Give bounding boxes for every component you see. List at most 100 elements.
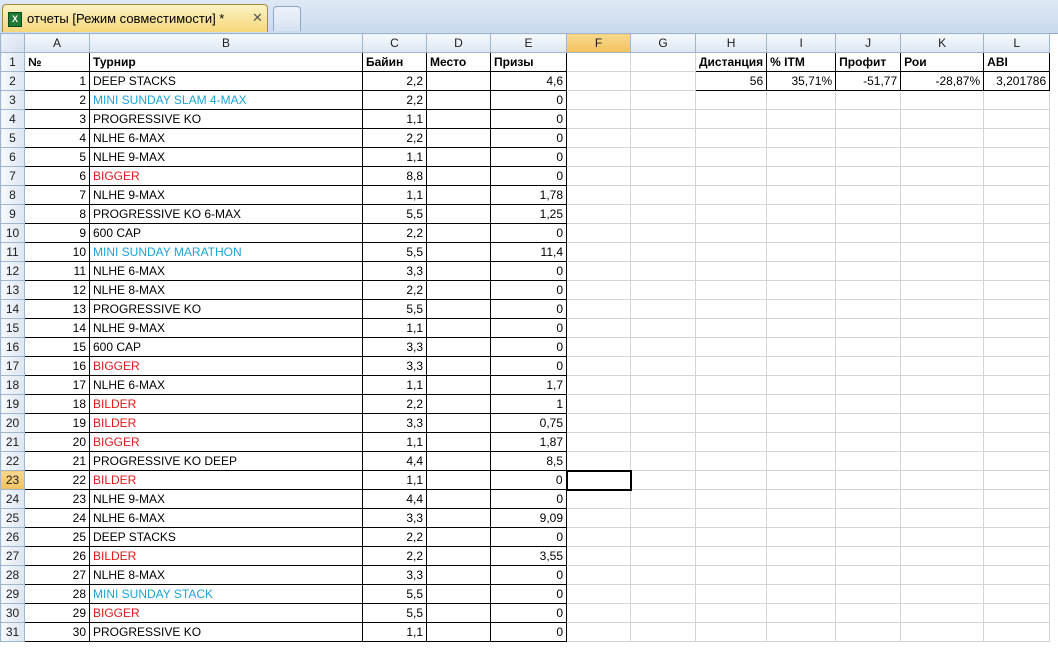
cell-k7[interactable] <box>900 166 985 186</box>
cell-f4[interactable] <box>566 109 631 129</box>
cell-place[interactable] <box>426 109 491 129</box>
cell-j31[interactable] <box>835 622 902 642</box>
column-header-h[interactable]: H <box>694 33 768 53</box>
cell-tournament[interactable]: PROGRESSIVE KO DEEP <box>89 451 363 471</box>
cell-g17[interactable] <box>630 356 696 376</box>
cell-place[interactable] <box>426 470 491 490</box>
row-header-8[interactable]: 8 <box>0 185 25 205</box>
cell-buyin[interactable]: 5,5 <box>362 584 427 604</box>
cell-place[interactable] <box>426 185 491 205</box>
cell-h7[interactable] <box>694 166 768 186</box>
cell-l19[interactable] <box>983 394 1051 414</box>
cell-h22[interactable] <box>694 451 768 471</box>
cell-g11[interactable] <box>630 242 696 262</box>
cell-num[interactable]: 7 <box>24 185 90 205</box>
cell-buyin[interactable]: 2,2 <box>362 128 427 148</box>
cell-num[interactable]: 12 <box>24 280 90 300</box>
row-header-19[interactable]: 19 <box>0 394 25 414</box>
cell-place[interactable] <box>426 451 491 471</box>
cell-i25[interactable] <box>766 508 837 528</box>
cell-i30[interactable] <box>766 603 837 623</box>
cell-prize[interactable]: 0 <box>490 489 567 509</box>
cell-g29[interactable] <box>630 584 696 604</box>
cell-buyin[interactable]: 1,1 <box>362 147 427 167</box>
cell-prize[interactable]: 0 <box>490 318 567 338</box>
cell-prize[interactable]: 0 <box>490 356 567 376</box>
cell-prize[interactable]: 4,6 <box>490 71 567 91</box>
cell-g30[interactable] <box>630 603 696 623</box>
cell-j4[interactable] <box>835 109 902 129</box>
cell-k29[interactable] <box>900 584 985 604</box>
cell-num[interactable]: 13 <box>24 299 90 319</box>
row-header-4[interactable]: 4 <box>0 109 25 129</box>
cell-f21[interactable] <box>566 432 631 452</box>
cell-prize[interactable]: 0 <box>490 299 567 319</box>
cell-i20[interactable] <box>766 413 837 433</box>
row-header-21[interactable]: 21 <box>0 432 25 452</box>
cell-prize[interactable]: 0 <box>490 565 567 585</box>
cell-l15[interactable] <box>983 318 1051 338</box>
cell-prize[interactable]: 0 <box>490 166 567 186</box>
cell-i9[interactable] <box>766 204 837 224</box>
cell-l14[interactable] <box>983 299 1051 319</box>
cell-g2[interactable] <box>630 71 696 91</box>
cell-l24[interactable] <box>983 489 1051 509</box>
cell-prize[interactable]: 0 <box>490 584 567 604</box>
cell-g25[interactable] <box>630 508 696 528</box>
workbook-tab[interactable]: X отчеты [Режим совместимости] * ✕ <box>2 4 268 32</box>
cell-i5[interactable] <box>766 128 837 148</box>
cell-f3[interactable] <box>566 90 631 110</box>
cell-place[interactable] <box>426 204 491 224</box>
cell-f9[interactable] <box>566 204 631 224</box>
cell-l13[interactable] <box>983 280 1051 300</box>
row-header-26[interactable]: 26 <box>0 527 25 547</box>
cell-g4[interactable] <box>630 109 696 129</box>
row-header-16[interactable]: 16 <box>0 337 25 357</box>
cell-l28[interactable] <box>983 565 1051 585</box>
cell-prize[interactable]: 9,09 <box>490 508 567 528</box>
row-header-31[interactable]: 31 <box>0 622 25 642</box>
row-header-7[interactable]: 7 <box>0 166 25 186</box>
cell-f2[interactable] <box>566 71 631 91</box>
cell-num[interactable]: 4 <box>24 128 90 148</box>
cell-place[interactable] <box>426 128 491 148</box>
cell-j16[interactable] <box>835 337 902 357</box>
cell-l21[interactable] <box>983 432 1051 452</box>
cell-g26[interactable] <box>630 527 696 547</box>
cell-prize[interactable]: 0 <box>490 603 567 623</box>
cell-k31[interactable] <box>900 622 985 642</box>
column-header-k[interactable]: K <box>900 33 985 53</box>
cell-place[interactable] <box>426 242 491 262</box>
cell-g27[interactable] <box>630 546 696 566</box>
row-header-22[interactable]: 22 <box>0 451 25 471</box>
cell-i31[interactable] <box>766 622 837 642</box>
cell-f1[interactable] <box>566 52 631 72</box>
cell-place[interactable] <box>426 546 491 566</box>
cell-l20[interactable] <box>983 413 1051 433</box>
row-header-20[interactable]: 20 <box>0 413 25 433</box>
cell-k16[interactable] <box>900 337 985 357</box>
row-header-1[interactable]: 1 <box>0 52 25 72</box>
cell-buyin[interactable]: 2,2 <box>362 90 427 110</box>
cell-place[interactable] <box>426 584 491 604</box>
cell-prize[interactable]: 0 <box>490 527 567 547</box>
column-header-a[interactable]: A <box>24 33 90 53</box>
cell-i13[interactable] <box>766 280 837 300</box>
cell-l7[interactable] <box>983 166 1051 186</box>
cell-k30[interactable] <box>900 603 985 623</box>
new-tab-button[interactable] <box>273 6 301 31</box>
cell-buyin[interactable]: 3,3 <box>362 565 427 585</box>
cell-k4[interactable] <box>900 109 985 129</box>
cell-h15[interactable] <box>694 318 768 338</box>
column-header-e[interactable]: E <box>490 33 567 53</box>
cell-i10[interactable] <box>766 223 837 243</box>
cell-buyin[interactable]: 1,1 <box>362 622 427 642</box>
cell-h10[interactable] <box>694 223 768 243</box>
cell-i24[interactable] <box>766 489 837 509</box>
cell-buyin[interactable]: 3,3 <box>362 508 427 528</box>
column-header-d[interactable]: D <box>426 33 491 53</box>
cell-l23[interactable] <box>983 470 1051 490</box>
cell-k28[interactable] <box>900 565 985 585</box>
cell-place[interactable] <box>426 223 491 243</box>
cell-tournament[interactable]: NLHE 8-MAX <box>89 565 363 585</box>
